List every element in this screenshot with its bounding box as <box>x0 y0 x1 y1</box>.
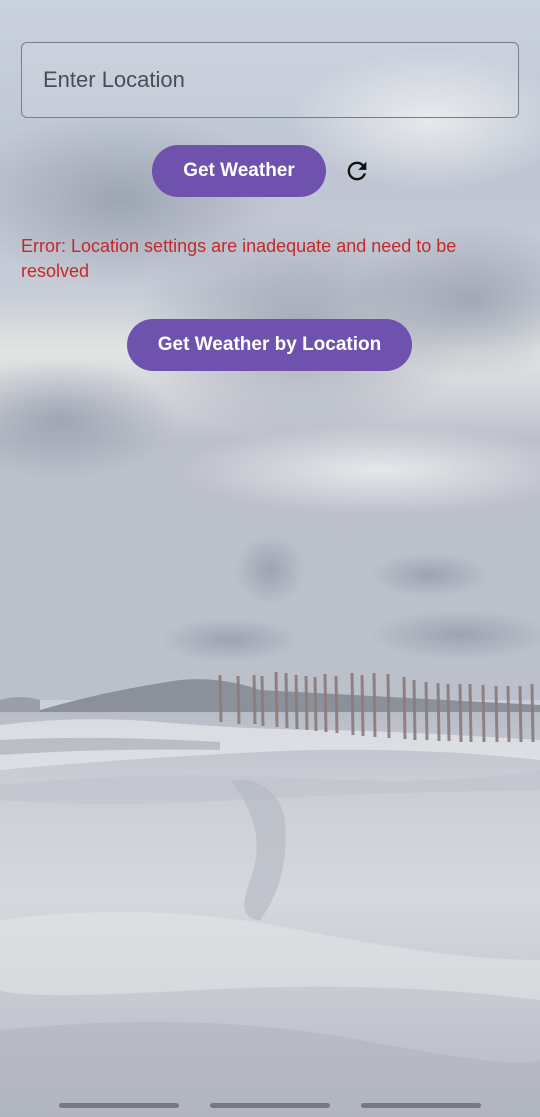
get-weather-by-location-button[interactable]: Get Weather by Location <box>127 319 412 371</box>
get-weather-button[interactable]: Get Weather <box>152 145 326 197</box>
location-input[interactable] <box>21 42 519 118</box>
refresh-icon[interactable] <box>343 157 371 185</box>
nav-handle-center[interactable] <box>210 1103 330 1108</box>
nav-handle-left[interactable] <box>59 1103 179 1108</box>
error-message: Error: Location settings are inadequate … <box>21 236 457 281</box>
weather-screen: Get Weather Error: Location settings are… <box>0 0 540 1117</box>
nav-handle-right[interactable] <box>361 1103 481 1108</box>
